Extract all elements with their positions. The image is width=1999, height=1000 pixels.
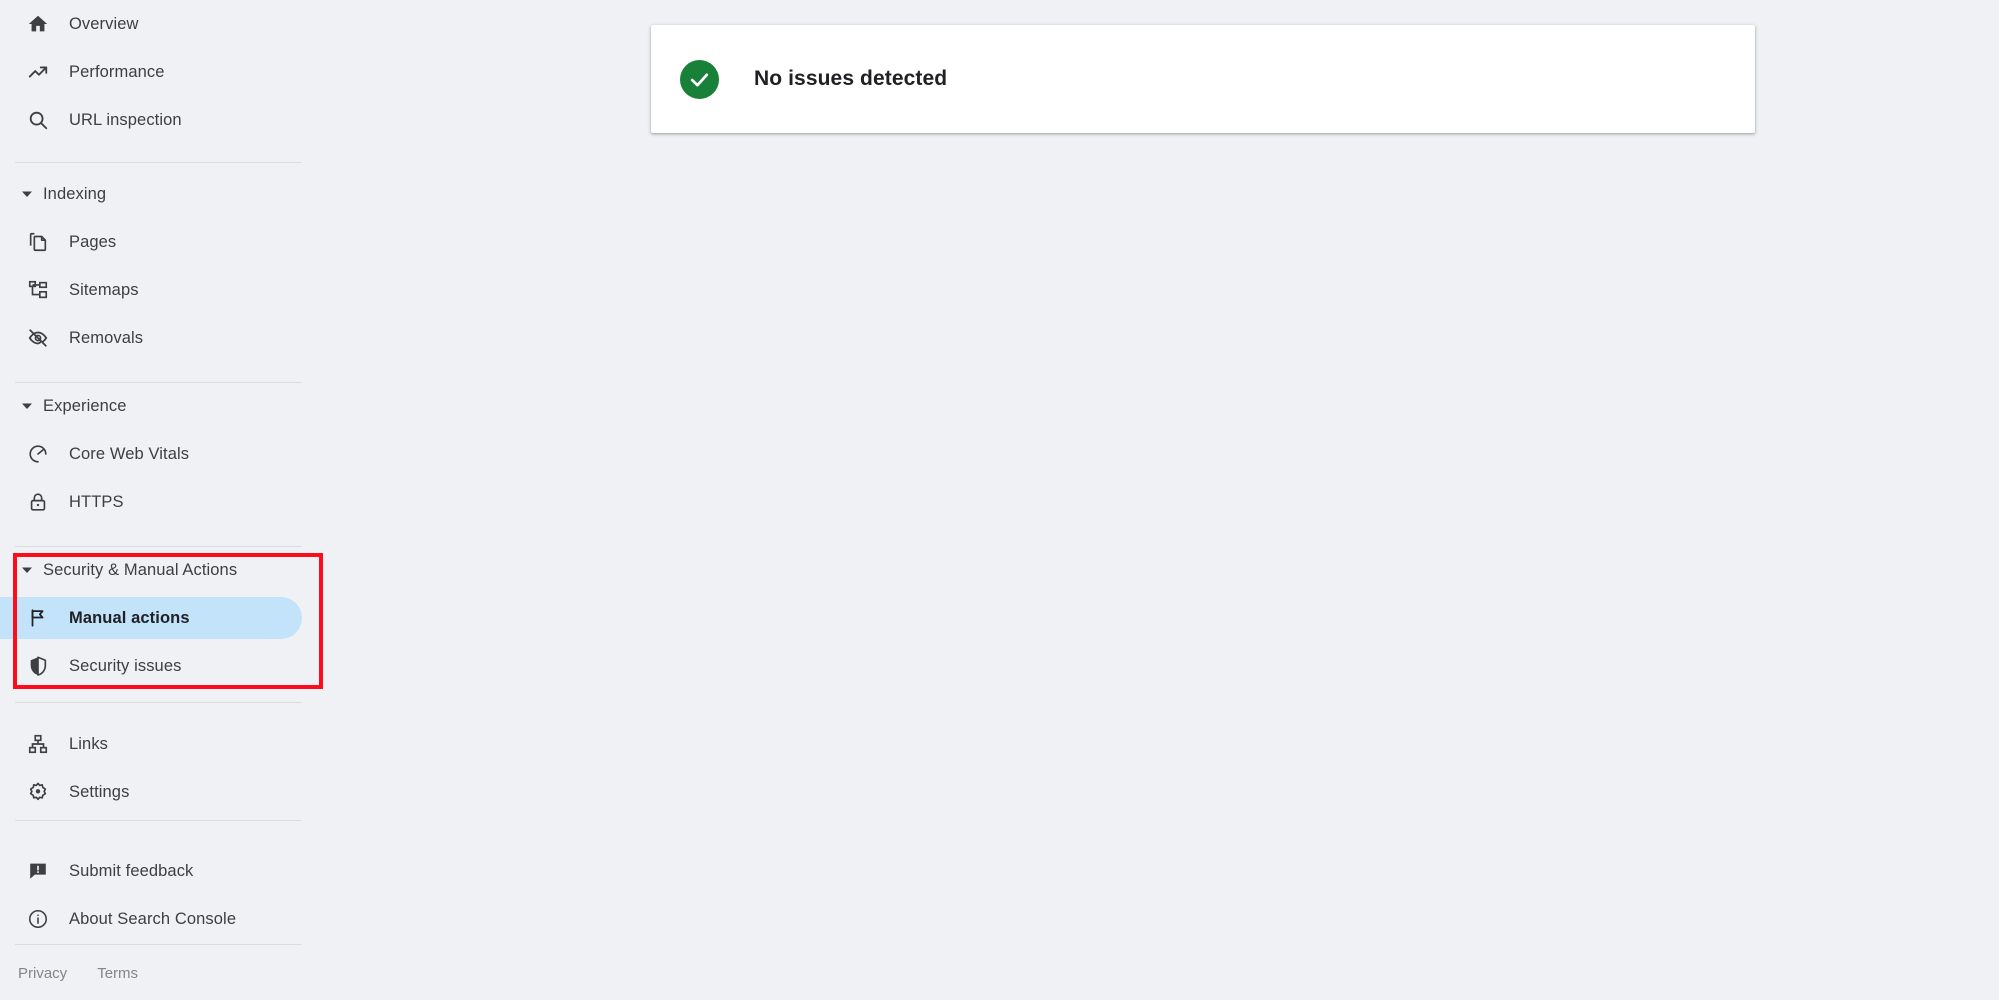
sidebar-section-label: Experience bbox=[43, 396, 127, 415]
sidebar-item-label: Overview bbox=[69, 14, 139, 33]
info-icon bbox=[25, 906, 51, 932]
search-icon bbox=[25, 107, 51, 133]
sidebar-item-label: URL inspection bbox=[69, 110, 182, 129]
sidebar-item-label: Manual actions bbox=[69, 608, 190, 627]
sidebar: Overview Performance URL inspection Inde… bbox=[0, 0, 320, 1000]
sidebar-item-overview[interactable]: Overview bbox=[0, 3, 139, 45]
sidebar-item-label: Submit feedback bbox=[69, 861, 194, 880]
sidebar-item-security-issues[interactable]: Security issues bbox=[0, 645, 181, 687]
sidebar-item-url-inspection[interactable]: URL inspection bbox=[0, 99, 182, 141]
flag-icon bbox=[25, 605, 51, 631]
sidebar-item-label: Sitemaps bbox=[69, 280, 139, 299]
sidebar-item-manual-actions[interactable]: Manual actions bbox=[0, 597, 302, 639]
sidebar-item-label: About Search Console bbox=[69, 909, 237, 928]
sidebar-item-core-web-vitals[interactable]: Core Web Vitals bbox=[0, 433, 189, 475]
sidebar-section-experience[interactable]: Experience bbox=[0, 391, 127, 421]
chevron-down-icon bbox=[20, 563, 34, 577]
sidebar-item-submit-feedback[interactable]: Submit feedback bbox=[0, 850, 193, 892]
sidebar-item-label: Settings bbox=[69, 782, 130, 801]
sidebar-item-label: Performance bbox=[69, 62, 165, 81]
main-content: No issues detected bbox=[320, 0, 1999, 1000]
lock-icon bbox=[25, 489, 51, 515]
sidebar-section-indexing[interactable]: Indexing bbox=[0, 179, 106, 209]
links-icon bbox=[25, 731, 51, 757]
sidebar-item-label: Core Web Vitals bbox=[69, 444, 190, 463]
eye-off-icon bbox=[25, 325, 51, 351]
sidebar-item-sitemaps[interactable]: Sitemaps bbox=[0, 269, 139, 311]
chevron-down-icon bbox=[20, 187, 34, 201]
sidebar-divider bbox=[15, 944, 302, 945]
sidebar-divider bbox=[15, 162, 302, 163]
check-circle-icon bbox=[680, 59, 719, 99]
sidebar-divider bbox=[15, 546, 302, 547]
sidebar-section-label: Security & Manual Actions bbox=[43, 560, 238, 579]
status-card: No issues detected bbox=[651, 25, 1755, 133]
shield-icon bbox=[25, 653, 51, 679]
sidebar-item-about-search-console[interactable]: About Search Console bbox=[0, 898, 236, 940]
sidebar-item-pages[interactable]: Pages bbox=[0, 221, 116, 263]
home-icon bbox=[25, 11, 51, 37]
sidebar-section-label: Indexing bbox=[43, 184, 107, 203]
sidebar-item-removals[interactable]: Removals bbox=[0, 317, 143, 359]
sitemap-icon bbox=[25, 277, 51, 303]
sidebar-divider bbox=[15, 820, 302, 821]
feedback-icon bbox=[25, 858, 51, 884]
pages-icon bbox=[25, 229, 51, 255]
status-message: No issues detected bbox=[754, 67, 948, 90]
sidebar-item-label: HTTPS bbox=[69, 492, 124, 511]
sidebar-item-label: Security issues bbox=[69, 656, 182, 675]
speedometer-icon bbox=[25, 441, 51, 467]
privacy-link[interactable]: Privacy bbox=[18, 965, 67, 982]
sidebar-item-https[interactable]: HTTPS bbox=[0, 481, 124, 523]
sidebar-item-performance[interactable]: Performance bbox=[0, 51, 165, 93]
sidebar-item-label: Links bbox=[69, 734, 109, 753]
chevron-down-icon bbox=[20, 399, 34, 413]
sidebar-item-links[interactable]: Links bbox=[0, 723, 108, 765]
sidebar-divider bbox=[15, 702, 302, 703]
trending-up-icon bbox=[25, 59, 51, 85]
terms-link[interactable]: Terms bbox=[97, 965, 138, 982]
sidebar-footer: Privacy Terms bbox=[18, 965, 138, 982]
sidebar-section-security-and-manual-actions[interactable]: Security & Manual Actions bbox=[0, 555, 237, 585]
sidebar-divider bbox=[15, 382, 302, 383]
sidebar-item-label: Removals bbox=[69, 328, 144, 347]
sidebar-item-settings[interactable]: Settings bbox=[0, 771, 129, 813]
sidebar-item-label: Pages bbox=[69, 232, 117, 251]
gear-icon bbox=[25, 779, 51, 805]
